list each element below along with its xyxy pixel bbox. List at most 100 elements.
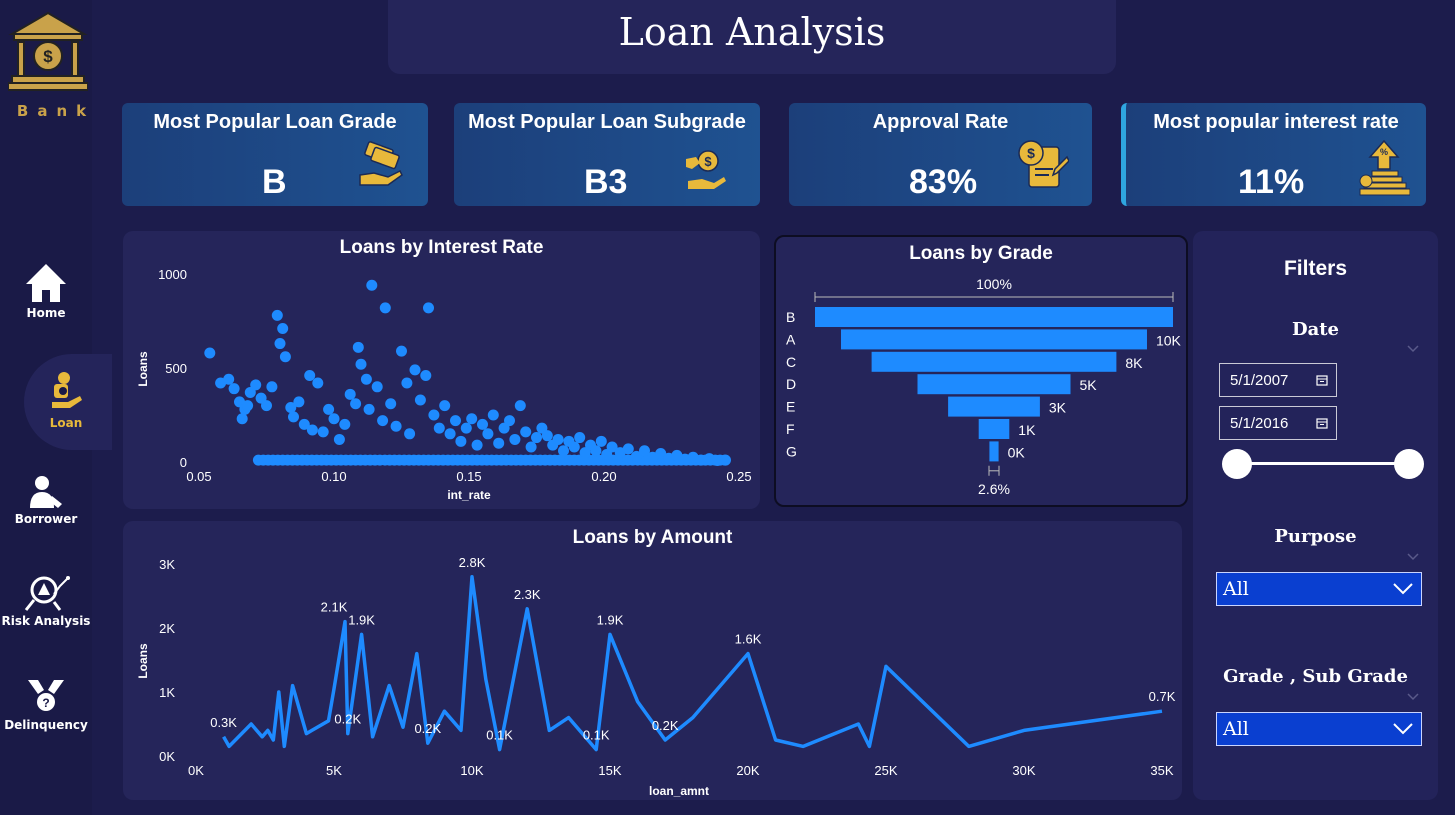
delinquency-icon: ? [28,680,64,711]
nav-delinquency-label: Delinquency [4,718,88,732]
y-tick-label: 1K [159,685,175,700]
scatter-point [355,358,367,370]
scatter-point [304,370,316,382]
nav-risk-analysis[interactable]: Risk Analysis [0,574,92,628]
scatter-point [720,454,731,466]
data-label: 0.3K [210,715,237,730]
scatter-point [261,400,272,412]
scatter-point [552,433,564,445]
nav-delinquency[interactable]: ? Delinquency [0,676,92,732]
funnel-bar [871,351,1117,372]
scatter-point [288,411,299,423]
y-tick-label: 0K [159,749,175,764]
scatter-point [279,351,291,363]
money-hand-icon [359,141,403,186]
chevron-down-icon[interactable] [1407,693,1419,701]
x-tick-label: 0K [188,763,204,778]
scatter-point [371,381,383,393]
purpose-dropdown[interactable]: All [1216,572,1422,606]
scatter-point [482,428,494,440]
category-label: D [786,376,796,392]
chevron-down-icon[interactable] [1407,553,1419,561]
data-label: 1.9K [348,612,375,627]
scatter-point [420,370,432,382]
x-tick-label: 0.25 [726,469,751,484]
date-end-value: 5/1/2016 [1230,415,1289,432]
scatter-point [366,279,378,291]
data-label: 3K [1049,400,1067,416]
date-end-input[interactable]: 5/1/2016 [1219,406,1337,440]
brand-name: Bank [16,102,96,120]
nav-loan[interactable]: Loan [24,354,112,450]
kpi-card-loan-grade: Most Popular Loan Grade B [122,103,428,206]
scatter-point [223,373,235,385]
calendar-icon[interactable] [1316,417,1328,429]
svg-text:?: ? [42,696,49,710]
grade-filter-label: Grade , Sub Grade [1223,666,1408,687]
scatter-point [396,345,407,357]
scatter-point [236,413,248,425]
scatter-point [352,341,364,353]
category-label: C [786,354,796,370]
scatter-point [274,338,286,350]
scatter-point [250,379,262,391]
x-axis-label: int_rate [447,488,491,502]
nav-borrower[interactable]: Borrower [0,474,92,526]
funnel-top-label: 100% [976,276,1012,292]
svg-text:$: $ [704,154,712,169]
y-tick-label: 3K [159,557,175,572]
scatter-point [514,400,526,412]
date-start-input[interactable]: 5/1/2007 [1219,363,1337,397]
coin-stack-icon: % [1359,139,1410,196]
purpose-filter-label: Purpose [1274,526,1357,547]
panel-loans-by-amount: Loans by Amount 0K 5K 10K 15K 20K 25K 30K 35K 0K… [123,521,1182,800]
scatter-point [363,403,375,415]
svg-text:$: $ [43,47,53,66]
title-banner: Loan Analysis [388,0,1116,74]
scatter-point [328,413,340,425]
x-tick-label: 10K [460,763,483,778]
kpi-value: B3 [584,163,628,201]
x-tick-label: 35K [1150,763,1173,778]
scatter-point [531,432,542,444]
x-tick-label: 20K [736,763,759,778]
scatter-point [466,413,478,425]
bank-logo: $ Bank [7,10,89,120]
grade-selected-value: All [1223,718,1249,740]
scatter-point [379,302,391,314]
scatter-point [377,415,389,427]
data-label: 0.1K [583,728,610,743]
funnel-bar [815,307,1173,327]
grade-dropdown[interactable]: All [1216,712,1422,746]
data-label: 1.9K [597,612,624,627]
calendar-icon[interactable] [1316,374,1328,386]
chevron-down-icon[interactable] [1407,345,1419,353]
scatter-chart: 0.05 0.10 0.15 0.20 0.25 0 500 1000 int_rate Loan… [136,267,752,502]
x-axis-label: loan_amnt [649,784,709,798]
kpi-value: 83% [909,163,978,201]
date-slider-end-handle[interactable] [1394,449,1424,479]
nav-home-label: Home [26,306,66,320]
category-label: F [786,421,795,437]
date-start-value: 5/1/2007 [1230,372,1289,389]
data-label: 8K [1125,355,1143,371]
scatter-point [622,443,634,455]
date-slider-start-handle[interactable] [1222,449,1252,479]
scatter-point [385,398,397,410]
nav-home[interactable]: Home [0,262,92,320]
scatter-point [293,396,305,408]
scatter-point [360,373,372,385]
y-axis-label: Loans [136,643,150,679]
date-slider-track[interactable] [1237,462,1409,465]
scatter-point [228,383,240,395]
scatter-point [439,400,451,412]
category-label: E [786,399,795,415]
scatter-point [401,377,413,389]
scatter-point [568,441,580,453]
data-label: 5K [1079,377,1097,393]
home-icon [26,264,66,302]
svg-text:%: % [1380,147,1388,157]
funnel-bar [917,374,1071,395]
scatter-point [590,445,602,457]
category-label: G [786,443,797,459]
